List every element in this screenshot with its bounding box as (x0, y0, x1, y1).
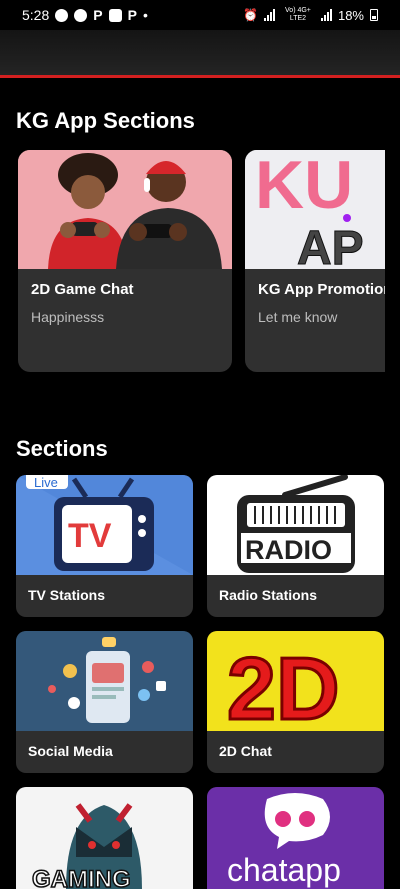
svg-text:Live: Live (34, 475, 58, 490)
section-heading-sections: Sections (16, 436, 108, 461)
2d-logo: 2D (207, 631, 384, 731)
grid-card-label: TV Stations (28, 587, 106, 603)
svg-text:AP: AP (297, 222, 364, 269)
section-heading-kg-app: KG App Sections (16, 108, 195, 133)
grid-card-chatapp[interactable]: chatapp (207, 787, 384, 889)
svg-text:GAMING: GAMING (32, 866, 131, 889)
featured-card-title: 2D Game Chat (31, 281, 134, 298)
grid-card-label: Radio Stations (219, 587, 318, 603)
grid-card-radio-stations[interactable]: RADIO Radio Stations (207, 475, 384, 617)
svg-text:TV: TV (68, 517, 112, 555)
alarm-icon: ⏰ (243, 8, 258, 22)
network-type: Vo) 4G+ LTE2 (285, 7, 311, 22)
grid-card-gaming[interactable]: GAMING (16, 787, 193, 889)
social-media-illustration (16, 631, 193, 731)
svg-text:KU: KU (255, 150, 353, 223)
snapchat-icon (55, 8, 69, 22)
radio-icon: RADIO (207, 475, 384, 575)
status-left: 5:28 P P • (22, 7, 148, 23)
svg-text:RADIO: RADIO (245, 535, 332, 565)
kg-app-logo: KU AP (245, 150, 385, 269)
grid-card-social-media[interactable]: Social Media (16, 631, 193, 773)
featured-card-title: KG App Promotion (258, 281, 385, 298)
featured-card-2d-game-chat[interactable]: 2D Game Chat Happinesss (18, 150, 232, 372)
status-right: ⏰ Vo) 4G+ LTE2 18% (243, 7, 378, 23)
grid-card-label: 2D Chat (219, 743, 272, 759)
featured-card-subtitle: Let me know (258, 309, 338, 325)
featured-card-kg-app-promotion[interactable]: KU AP KG App Promotion Let me know (245, 150, 385, 372)
whatsapp-icon (74, 8, 88, 22)
p-app-icon: P (93, 7, 103, 23)
signal-2-icon (320, 9, 332, 21)
svg-text:chatapp: chatapp (227, 852, 341, 888)
notification-dot: • (142, 7, 148, 23)
svg-text:2D: 2D (227, 639, 340, 731)
status-time: 5:28 (22, 7, 50, 23)
signal-1-icon (263, 9, 275, 21)
gaming-mascot: GAMING (16, 787, 193, 889)
grid-card-label: Social Media (28, 743, 113, 759)
battery-icon (370, 9, 378, 21)
p-app-icon-2: P (127, 7, 137, 23)
featured-card-subtitle: Happinesss (31, 309, 105, 325)
top-app-bar (0, 30, 400, 78)
chatapp-logo: chatapp (207, 787, 384, 889)
grid-card-2d-chat[interactable]: 2D 2D Chat (207, 631, 384, 773)
status-bar: 5:28 P P • ⏰ Vo) 4G+ LTE2 18% (0, 0, 400, 30)
tv-live-icon: Live TV (16, 475, 193, 575)
grid-card-tv-stations[interactable]: Live TV TV Stations (16, 475, 193, 617)
sim-icon (108, 8, 122, 22)
people-gaming-photo (18, 150, 232, 269)
battery-percent: 18% (337, 7, 364, 23)
